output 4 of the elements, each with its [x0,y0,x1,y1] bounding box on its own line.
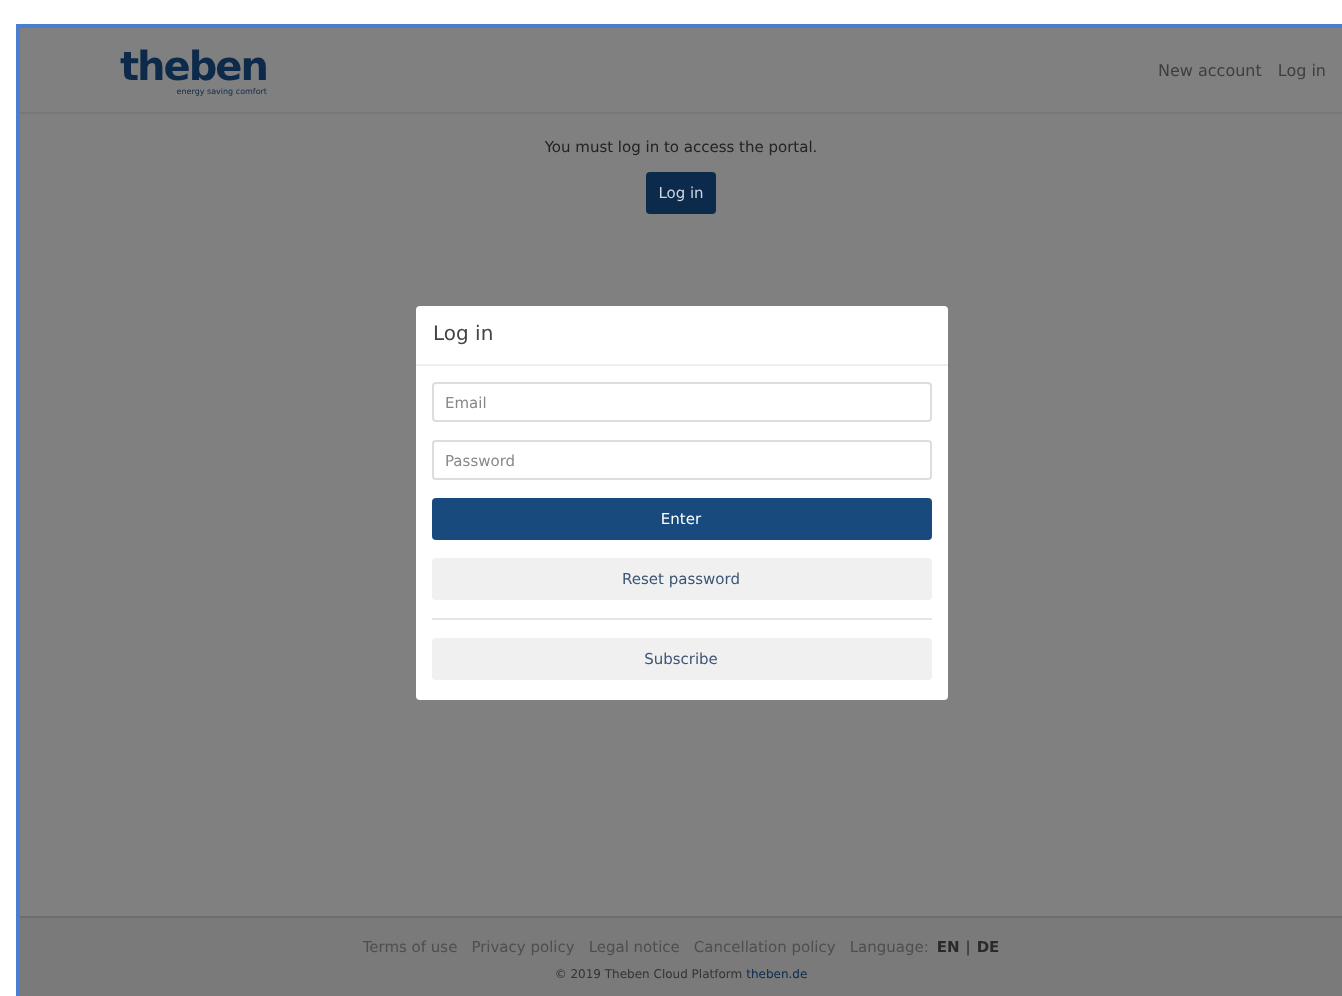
dialog-title: Log in [415,306,947,366]
nav-link[interactable]: Log in [1277,61,1326,79]
nav-link[interactable]: New account [1158,61,1262,79]
logo-wordmark: theben [120,45,267,85]
